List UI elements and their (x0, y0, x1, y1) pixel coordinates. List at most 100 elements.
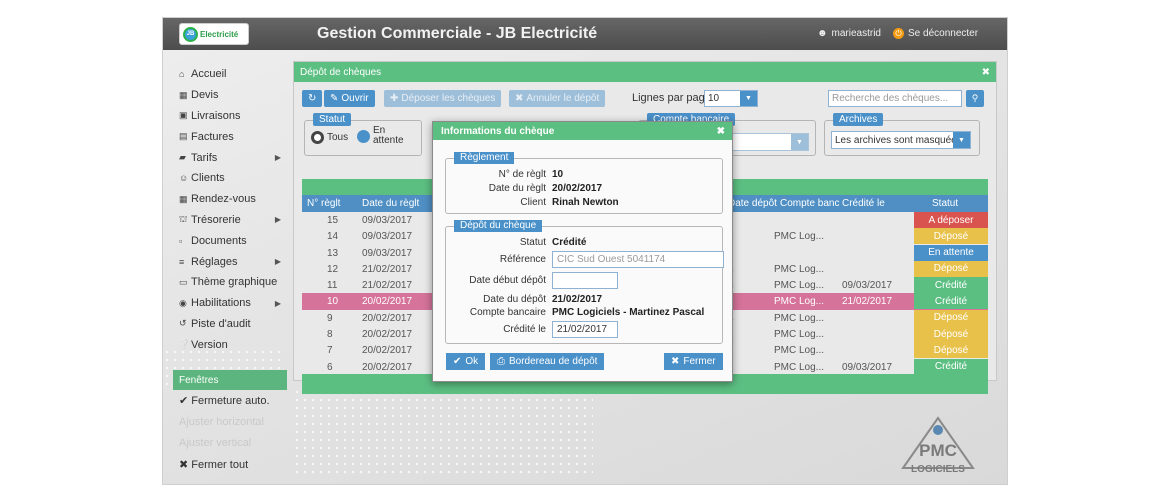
chevron-right-icon: ▶ (274, 298, 281, 308)
sidebar-item-tarifs[interactable]: ▰ Tarifs ▶ (171, 147, 289, 168)
sidebar-item-tresorerie[interactable]: ⛫ Trésorerie ▶ (171, 210, 289, 231)
chevron-down-icon: ▼ (740, 91, 757, 106)
dialog-title: Informations du chèque (441, 125, 555, 137)
sidebar-item-rendez-vous[interactable]: ▦ Rendez-vous (171, 189, 289, 210)
depot-date-value: 21/02/2017 (552, 294, 603, 305)
sidebar-item-audit[interactable]: ↺ Piste d'audit (171, 314, 289, 335)
radio-all[interactable]: Tous (311, 131, 348, 144)
close-icon[interactable]: ✖ (717, 126, 725, 137)
sidebar-item-version[interactable]: ❔ Version (171, 334, 289, 355)
window-auto-close-label: Fermeture auto. (191, 395, 270, 407)
sidebar-item-devis[interactable]: ▦ Devis (171, 85, 289, 106)
close-icon: ✖ (515, 93, 524, 104)
col-num[interactable]: N° règlt (307, 198, 340, 209)
status-badge: Déposé (914, 342, 988, 359)
table-icon: ▦ (179, 89, 188, 100)
cell-credite: 09/03/2017 (842, 361, 893, 373)
pmc-logo: PMC LOGICIELS (901, 416, 975, 475)
lines-per-page-select[interactable]: 10 ▼ (704, 90, 758, 107)
status-badge: Déposé (914, 326, 988, 343)
cell-date: 20/02/2017 (362, 361, 413, 373)
window-close-all[interactable]: ✖ Fermer tout (179, 458, 248, 471)
cell-num: 7 (327, 345, 333, 357)
col-credite[interactable]: Crédité le (842, 198, 885, 209)
reference-input[interactable]: CIC Sud Ouest 5041174 (552, 251, 724, 268)
bordereau-button[interactable]: ⎙ Bordereau de dépôt (490, 353, 605, 370)
radio-pending[interactable]: En attente (357, 126, 405, 146)
lock-icon: ◉ (179, 297, 187, 308)
cell-compte: PMC Log... (774, 280, 825, 292)
close-button[interactable]: ✖ Fermer (664, 353, 723, 370)
refresh-icon: ↻ (308, 93, 317, 104)
close-icon[interactable]: ✖ (982, 67, 990, 78)
col-compte[interactable]: Compte banc (780, 198, 839, 209)
lines-per-page-value: 10 (708, 93, 720, 104)
cheque-info-dialog: Informations du chèque ✖ Règlement N° de… (432, 121, 733, 382)
cell-date: 09/03/2017 (362, 231, 413, 243)
depot-fieldset: Dépôt du chèque Statut Crédité Référence… (445, 220, 724, 344)
window-adjust-horizontal[interactable]: Ajuster horizontal (179, 416, 264, 428)
plus-icon: ✚ (390, 93, 399, 104)
bank-icon: ⛫ (179, 213, 188, 224)
statut-value: Crédité (552, 237, 587, 248)
sidebar-item-factures[interactable]: ▤ Factures (171, 126, 289, 147)
sidebar-item-label: Version (191, 338, 228, 351)
col-date[interactable]: Date du règlt (362, 198, 419, 209)
sidebar-item-theme[interactable]: ▭ Thème graphique (171, 272, 289, 293)
sidebar-item-label: Réglages (191, 255, 238, 268)
cell-num: 10 (327, 296, 339, 308)
panel-header: Dépôt de chèques ✖ (294, 62, 996, 82)
sidebar-item-clients[interactable]: ☺ Clients (171, 168, 289, 189)
close-label: Fermer (683, 356, 716, 367)
ok-button[interactable]: ✔ Ok (446, 353, 486, 370)
cell-compte: PMC Log... (774, 312, 825, 324)
col-depot[interactable]: Date dépôt (728, 198, 777, 209)
cell-date: 21/02/2017 (362, 280, 413, 292)
power-icon: ⏻ (893, 28, 904, 39)
radio-pending-label: En attente (373, 125, 404, 146)
close-icon: ✖ (179, 459, 192, 471)
cell-compte: PMC Log... (774, 345, 825, 357)
sidebar-item-documents[interactable]: ▫ Documents (171, 230, 289, 251)
archives-select[interactable]: Les archives sont masquées ▼ (831, 131, 971, 149)
sidebar-item-accueil[interactable]: ⌂ Accueil (171, 64, 289, 85)
deposit-button[interactable]: ✚ Déposer les chèques (384, 90, 502, 107)
debut-depot-label: Date début dépôt (469, 275, 546, 286)
sidebar-item-livraisons[interactable]: ▣ Livraisons (171, 106, 289, 127)
search-button[interactable]: ⚲ (966, 90, 984, 107)
cancel-deposit-button[interactable]: ✖ Annuler le dépôt (509, 90, 606, 107)
app-logo[interactable]: JB Electricité (179, 23, 249, 45)
archives-filter: Archives Les archives sont masquées ▼ (824, 113, 980, 156)
window-adjust-horizontal-label: Ajuster horizontal (179, 416, 264, 428)
sidebar-item-habilitations[interactable]: ◉ Habilitations ▶ (171, 293, 289, 314)
open-button[interactable]: ✎ Ouvrir (324, 90, 375, 107)
refresh-button[interactable]: ↻ (302, 90, 323, 107)
close-icon: ✖ (671, 356, 680, 367)
statut-label: Statut (519, 237, 546, 248)
cell-compte: PMC Log... (774, 361, 825, 373)
col-statut[interactable]: Statut (932, 198, 958, 209)
lines-per-page-label: Lignes par page (632, 92, 711, 104)
depot-legend: Dépôt du chèque (454, 220, 543, 232)
compte-label: Compte bancaire (469, 307, 546, 318)
status-badge: Déposé (914, 228, 988, 245)
cell-compte: PMC Log... (774, 231, 825, 243)
user-menu[interactable]: ☻ marieastrid (817, 28, 881, 39)
window-auto-close[interactable]: ✔ Fermeture auto. (179, 394, 270, 407)
cell-num: 8 (327, 329, 333, 341)
credite-input[interactable]: 21/02/2017 (552, 321, 618, 338)
sidebar-item-label: Documents (191, 234, 247, 247)
debut-depot-input[interactable] (552, 272, 618, 289)
print-icon: ⎙ (497, 356, 505, 367)
search-input[interactable]: Recherche des chèques... (828, 90, 962, 107)
logout-button[interactable]: ⏻ Se déconnecter (893, 28, 978, 39)
cell-date: 20/02/2017 (362, 329, 413, 341)
logo-badge: JB (183, 26, 198, 42)
monitor-icon: ▭ (179, 276, 188, 287)
sidebar-item-label: Livraisons (191, 109, 241, 122)
home-icon: ⌂ (179, 69, 185, 80)
sidebar-item-reglages[interactable]: ≡ Réglages ▶ (171, 251, 289, 272)
status-badge: A déposer (914, 212, 988, 228)
statut-legend: Statut (313, 113, 352, 126)
window-adjust-vertical[interactable]: Ajuster vertical (179, 437, 251, 449)
